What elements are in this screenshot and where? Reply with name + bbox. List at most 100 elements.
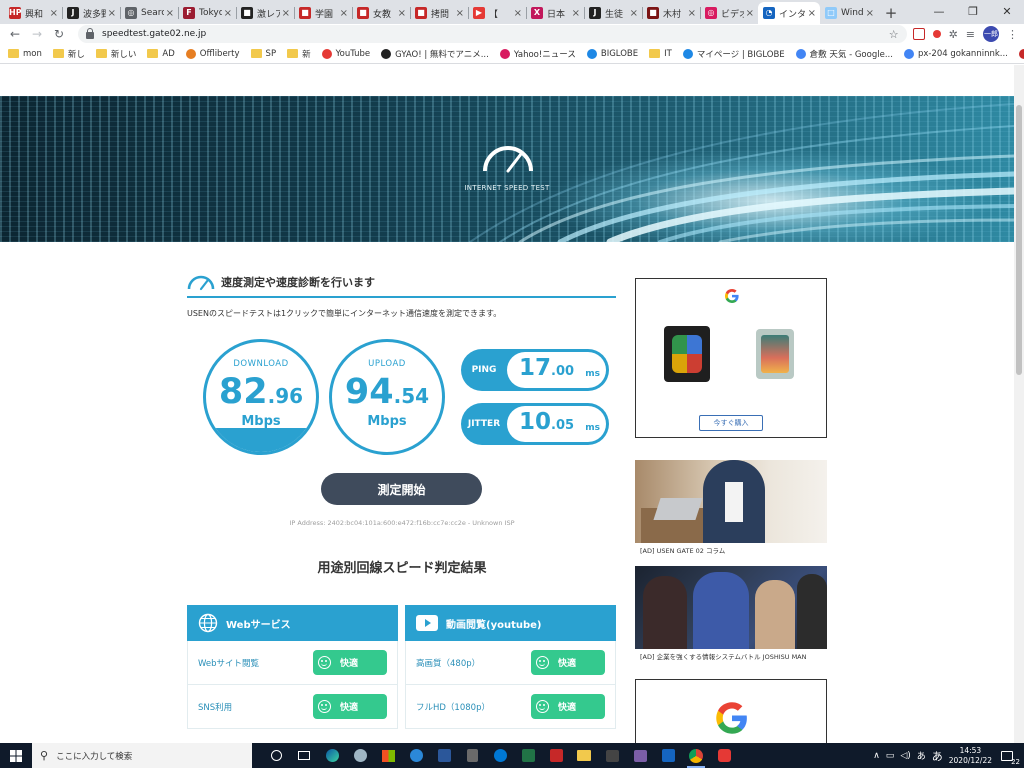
close-window-button[interactable]: ✕ xyxy=(990,0,1024,22)
page-scrollbar[interactable] xyxy=(1014,65,1024,743)
video-editor-icon[interactable] xyxy=(598,743,626,768)
bookmark-item[interactable]: AD xyxy=(147,49,175,59)
bookmark-item[interactable]: BIGLOBE xyxy=(586,48,638,59)
google-pixel-ad[interactable]: 今すぐ購入 xyxy=(635,278,827,438)
ime-indicator[interactable]: あ xyxy=(932,748,943,764)
taskbar-search-box[interactable]: ⚲ ここに入力して検索 xyxy=(32,743,252,768)
comic-ad-image[interactable] xyxy=(635,566,827,649)
menu-icon[interactable]: ⋮ xyxy=(1007,28,1018,41)
tab-close-icon[interactable]: × xyxy=(224,8,232,19)
browser-tab[interactable]: □ Windo× xyxy=(820,2,878,24)
tab-close-icon[interactable]: × xyxy=(746,8,754,19)
excel-icon[interactable] xyxy=(514,743,542,768)
network-icon[interactable]: ▭ xyxy=(886,751,895,761)
back-button[interactable]: ← xyxy=(4,27,26,41)
pen-icon[interactable] xyxy=(346,743,374,768)
media-app-icon[interactable] xyxy=(542,743,570,768)
tab-close-icon[interactable]: × xyxy=(340,8,348,19)
profile-avatar[interactable]: 一郎 xyxy=(983,26,999,42)
bookmark-item[interactable]: こんなにかわいい娘が... xyxy=(1018,48,1024,60)
new-tab-button[interactable]: + xyxy=(878,2,904,24)
bookmark-item[interactable]: YouTube xyxy=(321,48,370,59)
extension-icon[interactable] xyxy=(912,28,925,40)
notification-center-icon[interactable]: 22 xyxy=(998,748,1020,766)
bookmark-item[interactable]: 新し xyxy=(52,48,85,60)
bookmark-item[interactable]: Offliberty xyxy=(185,48,240,59)
ime-mode[interactable]: あ xyxy=(917,749,926,762)
calculator-icon[interactable] xyxy=(458,743,486,768)
tab-close-icon[interactable]: × xyxy=(50,8,58,19)
browser-tab[interactable]: J 生徒 × xyxy=(584,2,642,24)
browser-tab[interactable]: F Tokyo × xyxy=(178,2,236,24)
tab-close-icon[interactable]: × xyxy=(166,8,174,19)
browser-tab[interactable]: ■ 学園 × xyxy=(294,2,352,24)
browser-tab[interactable]: ■ 拷問 × xyxy=(410,2,468,24)
browser-tab[interactable]: ■ 木村 × xyxy=(642,2,700,24)
bookmark-item[interactable]: SP xyxy=(250,49,276,59)
tab-close-icon[interactable]: × xyxy=(108,8,116,19)
browser-tab[interactable]: ■ 女教 × xyxy=(352,2,410,24)
chrome-icon[interactable] xyxy=(682,743,710,768)
maximize-button[interactable]: ❐ xyxy=(956,0,990,22)
result-card-title: Webサービス xyxy=(226,619,291,631)
bookmark-star-icon[interactable]: ☆ xyxy=(889,28,899,41)
column-ad-image[interactable] xyxy=(635,460,827,543)
bookmark-item[interactable]: Yahoo!ニュース xyxy=(499,48,576,60)
photos-icon[interactable] xyxy=(626,743,654,768)
volume-icon[interactable]: ◁) xyxy=(900,751,910,761)
file-explorer-icon[interactable] xyxy=(570,743,598,768)
tab-close-icon[interactable]: × xyxy=(398,8,406,19)
bookmark-item[interactable]: 新しい xyxy=(95,48,136,60)
chevron-up-icon[interactable]: ∧ xyxy=(873,751,880,761)
clock[interactable]: 14:53 2020/12/22 xyxy=(949,746,992,766)
store-icon[interactable] xyxy=(374,743,402,768)
task-view-icon[interactable] xyxy=(290,743,318,768)
browser-tab[interactable]: ◎ Search× xyxy=(120,2,178,24)
browser-tab[interactable]: ▶ 【 × xyxy=(468,2,526,24)
reading-list-icon[interactable]: ≡ xyxy=(966,28,975,41)
cortana-icon[interactable] xyxy=(262,743,290,768)
site-favicon-icon xyxy=(1018,48,1024,59)
browser-tab[interactable]: X 日本 × xyxy=(526,2,584,24)
edge-icon[interactable] xyxy=(318,743,346,768)
tab-close-icon[interactable]: × xyxy=(688,8,696,19)
extension-record-icon[interactable] xyxy=(932,30,941,38)
bookmark-item[interactable]: 新 xyxy=(287,48,311,60)
google-ad-2[interactable] xyxy=(635,679,827,743)
forward-button[interactable]: → xyxy=(26,27,48,41)
browser-tab[interactable]: J 波多野 × xyxy=(62,2,120,24)
browser-tab[interactable]: ◔ インタ × xyxy=(758,2,820,24)
app-icon[interactable] xyxy=(654,743,682,768)
start-test-button[interactable]: 測定開始 xyxy=(321,473,482,505)
tab-close-icon[interactable]: × xyxy=(282,8,290,19)
browser-tab[interactable]: HP 興和 × xyxy=(4,2,62,24)
bookmark-item[interactable]: mon xyxy=(8,49,42,59)
puzzle-icon[interactable]: ✲ xyxy=(949,28,958,41)
browser-tab[interactable]: ■ 激レア × xyxy=(236,2,294,24)
bookmark-item[interactable]: 倉敷 天気 - Google... xyxy=(795,48,893,60)
reload-button[interactable]: ↻ xyxy=(48,27,70,41)
column-ad-caption[interactable]: [AD] USEN GATE 02 コラム xyxy=(640,545,725,555)
bookmark-item[interactable]: px-204 gokanninnk... xyxy=(903,48,1008,59)
minimize-button[interactable]: — xyxy=(922,0,956,22)
word-icon[interactable] xyxy=(430,743,458,768)
tab-close-icon[interactable]: × xyxy=(514,8,522,19)
start-button[interactable] xyxy=(0,743,32,768)
browser-tab[interactable]: ◎ ビデオ × xyxy=(700,2,758,24)
outlook-icon[interactable] xyxy=(486,743,514,768)
comic-ad-caption[interactable]: [AD] 企業を強くする情報システムバトル JOSHISU MAN xyxy=(640,651,807,661)
tab-close-icon[interactable]: × xyxy=(456,8,464,19)
page-viewport: INTERNET SPEED TEST 速度測定や速度診断を行います USENの… xyxy=(0,65,1024,743)
bookmark-item[interactable]: GYAO! | 無料でアニメ... xyxy=(381,48,489,60)
tab-close-icon[interactable]: × xyxy=(866,8,874,19)
tab-close-icon[interactable]: × xyxy=(572,8,580,19)
tab-close-icon[interactable]: × xyxy=(630,8,638,19)
weather-icon[interactable] xyxy=(402,743,430,768)
scrollbar-thumb[interactable] xyxy=(1016,105,1022,375)
bookmark-item[interactable]: IT xyxy=(649,49,672,59)
bookmark-item[interactable]: マイページ | BIGLOBE xyxy=(682,48,785,60)
tab-close-icon[interactable]: × xyxy=(808,8,816,19)
address-bar[interactable]: speedtest.gate02.ne.jp ☆ xyxy=(78,25,907,43)
buy-now-button[interactable]: 今すぐ購入 xyxy=(699,415,763,431)
screen-recorder-icon[interactable] xyxy=(710,743,738,768)
